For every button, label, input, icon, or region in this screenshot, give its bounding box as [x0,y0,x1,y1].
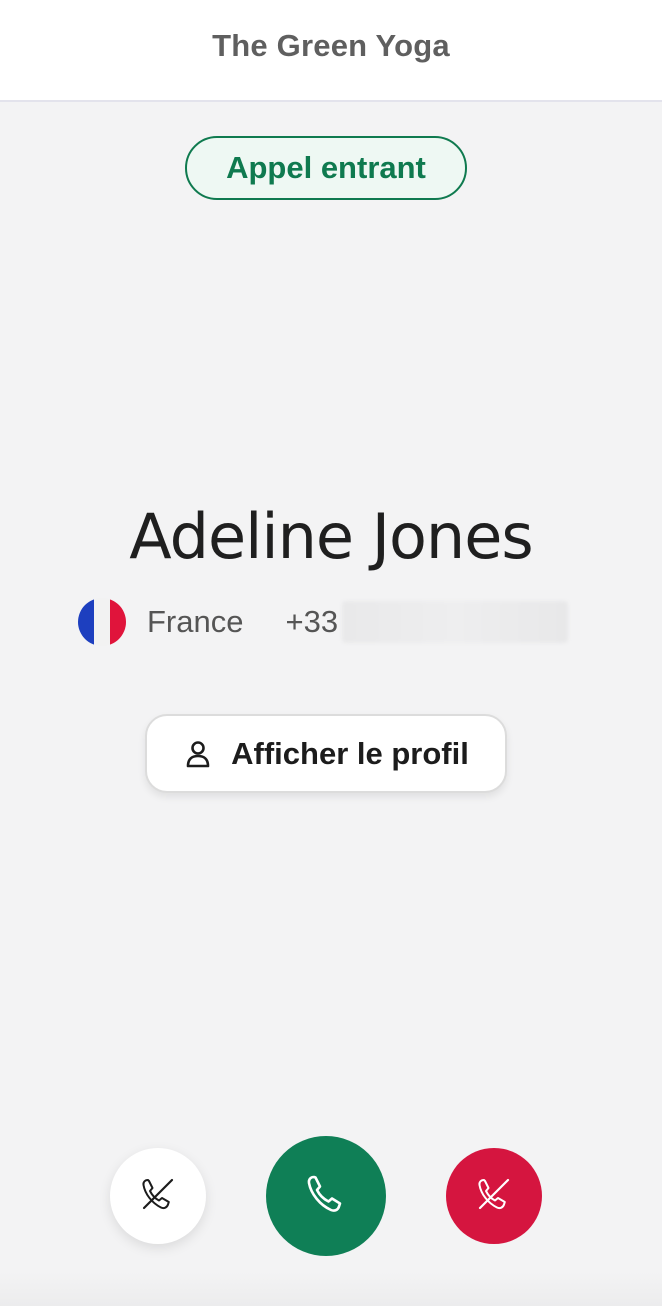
call-status-badge: Appel entrant [185,136,467,200]
call-status-label: Appel entrant [226,150,426,185]
decline-call-button[interactable] [446,1148,542,1244]
view-profile-button[interactable]: Afficher le profil [145,714,507,793]
caller-country: France [147,604,244,639]
phone-icon [300,1168,352,1225]
caller-info: France +33 [78,598,569,646]
phone-number-redacted [342,601,569,643]
view-profile-label: Afficher le profil [231,735,469,771]
france-flag-icon [78,598,126,646]
phone-off-icon [472,1172,516,1221]
user-icon [183,739,213,769]
phone-off-icon [136,1172,180,1221]
bottom-bar [0,1272,662,1306]
caller-name: Adeline Jones [129,500,533,573]
app-title: The Green Yoga [212,28,450,63]
phone-prefix: +33 [285,604,339,639]
mute-call-button[interactable] [110,1148,206,1244]
answer-call-button[interactable] [266,1136,386,1256]
app-header: The Green Yoga [0,0,662,102]
